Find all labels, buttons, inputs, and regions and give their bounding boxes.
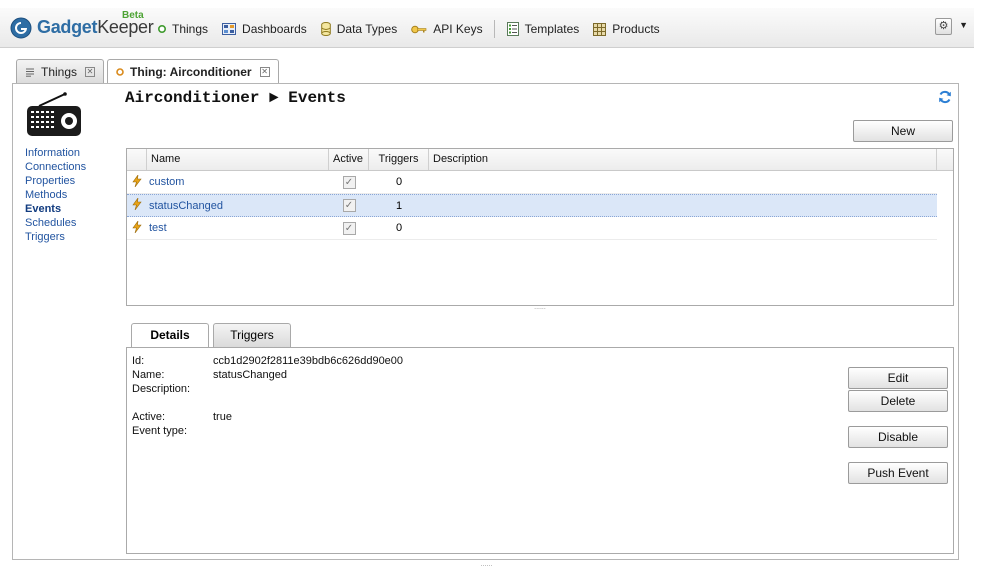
- description-label: Description:: [132, 383, 191, 395]
- lightning-icon: [127, 197, 147, 213]
- check-icon: ✓: [342, 175, 356, 189]
- sidebar-item-information[interactable]: Information: [25, 146, 86, 160]
- sidebar-item-connections[interactable]: Connections: [25, 160, 86, 174]
- nav-api-keys-label: API Keys: [433, 22, 483, 36]
- event-name[interactable]: statusChanged: [147, 200, 329, 212]
- database-icon: [320, 22, 331, 36]
- id-value: ccb1d2902f2811e39bdb6c626dd90e00: [213, 355, 404, 367]
- close-icon[interactable]: ✕: [259, 67, 270, 77]
- close-icon[interactable]: ✕: [85, 66, 96, 77]
- disable-button[interactable]: Disable: [848, 426, 948, 448]
- gear-icon: ⚙: [938, 20, 949, 32]
- id-label: Id:: [132, 355, 145, 367]
- nav-products-label: Products: [612, 22, 660, 36]
- dashboard-icon: [222, 23, 237, 35]
- nav-separator: [493, 20, 495, 38]
- tab-details[interactable]: Details: [131, 323, 209, 348]
- breadcrumb-separator: ►: [269, 89, 279, 107]
- table-row-selected[interactable]: statusChanged ✓ 1: [127, 194, 937, 217]
- brand-name-gadget: Gadget: [37, 17, 98, 37]
- column-header-active[interactable]: Active: [329, 149, 369, 170]
- name-label: Name:: [132, 369, 165, 381]
- nav-data-types-label: Data Types: [336, 22, 398, 36]
- nav-dashboards[interactable]: Dashboards: [222, 22, 307, 36]
- name-value: statusChanged: [213, 369, 287, 381]
- thing-dot-icon: [116, 68, 124, 76]
- nav-data-types[interactable]: Data Types: [320, 22, 398, 36]
- check-icon: ✓: [342, 199, 356, 212]
- delete-button[interactable]: Delete: [848, 390, 948, 412]
- settings-button[interactable]: ⚙: [935, 18, 952, 35]
- check-icon: ✓: [342, 221, 356, 235]
- grid-splitter-handle[interactable]: ......: [126, 304, 954, 312]
- edit-button[interactable]: Edit: [848, 367, 948, 389]
- event-type-label: Event type:: [132, 425, 188, 437]
- list-icon: [26, 68, 34, 77]
- details-tabs: Details Triggers: [131, 323, 295, 348]
- nav-things-label: Things: [172, 22, 209, 36]
- radio-icon: [27, 92, 81, 136]
- template-icon: [506, 22, 519, 36]
- tab-things[interactable]: Things ✕: [16, 59, 105, 83]
- tab-thing-airconditioner[interactable]: Thing: Airconditioner ✕: [107, 59, 279, 84]
- new-button[interactable]: New: [853, 120, 953, 142]
- thing-sidebar: Information Connections Properties Metho…: [25, 146, 86, 244]
- header-scroll-spacer: [937, 149, 953, 170]
- tab-triggers[interactable]: Triggers: [213, 323, 291, 347]
- active-checkbox: ✓: [329, 221, 369, 235]
- breadcrumb-section: Events: [288, 89, 346, 107]
- event-triggers-count: 1: [395, 199, 403, 212]
- table-row[interactable]: custom ✓ 0: [127, 171, 937, 194]
- nav-templates-label: Templates: [524, 22, 580, 36]
- table-header: Name Active Triggers Description: [127, 149, 953, 171]
- green-dot-icon: [158, 25, 166, 33]
- nav-things[interactable]: Things: [158, 22, 208, 36]
- workspace-tabs: Things ✕ Thing: Airconditioner ✕: [16, 59, 282, 84]
- thing-panel: Information Connections Properties Metho…: [12, 83, 959, 568]
- lightning-icon: [127, 174, 147, 190]
- events-table: Name Active Triggers Description custom …: [126, 148, 954, 306]
- sidebar-item-triggers[interactable]: Triggers: [25, 230, 86, 244]
- refresh-icon[interactable]: [938, 90, 952, 104]
- chevron-down-icon[interactable]: ▼: [959, 20, 968, 30]
- active-checkbox: ✓: [329, 199, 369, 212]
- event-details-panel: Id: ccb1d2902f2811e39bdb6c626dd90e00 Nam…: [126, 347, 954, 554]
- sidebar-item-schedules[interactable]: Schedules: [25, 216, 86, 230]
- active-checkbox: ✓: [329, 175, 369, 189]
- main-nav: Things Dashboards Data Types API Keys Te…: [158, 20, 674, 38]
- lightning-icon: [127, 220, 147, 236]
- nav-dashboards-label: Dashboards: [242, 22, 307, 36]
- active-label: Active:: [132, 411, 166, 423]
- header-icon-column: [127, 149, 147, 170]
- products-grid-icon: [593, 22, 607, 36]
- sidebar-item-methods[interactable]: Methods: [25, 188, 86, 202]
- tab-thing-label: Thing: Airconditioner: [130, 65, 252, 79]
- breadcrumb-thing: Airconditioner: [125, 89, 260, 107]
- gadgetkeeper-logo-icon: [10, 17, 32, 39]
- sidebar-item-properties[interactable]: Properties: [25, 174, 86, 188]
- push-event-button[interactable]: Push Event: [848, 462, 948, 484]
- top-navigation-bar: GadgetKeeper Beta Things Dashboards Data…: [0, 8, 974, 48]
- event-name[interactable]: custom: [147, 176, 329, 188]
- nav-products[interactable]: Products: [593, 22, 660, 36]
- sidebar-item-events[interactable]: Events: [25, 202, 86, 216]
- beta-badge: Beta: [122, 10, 144, 21]
- tab-things-label: Things: [41, 64, 78, 79]
- column-header-triggers[interactable]: Triggers: [369, 149, 429, 170]
- event-name[interactable]: test: [147, 222, 329, 234]
- table-row[interactable]: test ✓ 0: [127, 217, 937, 240]
- event-triggers-count: 0: [395, 176, 403, 188]
- column-header-name[interactable]: Name: [147, 149, 329, 170]
- event-triggers-count: 0: [395, 222, 403, 234]
- active-value: true: [213, 411, 232, 423]
- key-icon: [411, 25, 427, 33]
- nav-api-keys[interactable]: API Keys: [411, 22, 483, 36]
- column-header-description[interactable]: Description: [429, 149, 937, 170]
- nav-templates[interactable]: Templates: [506, 22, 580, 36]
- panel-splitter-handle[interactable]: ......: [13, 561, 960, 568]
- breadcrumb: Airconditioner ► Events: [125, 89, 346, 107]
